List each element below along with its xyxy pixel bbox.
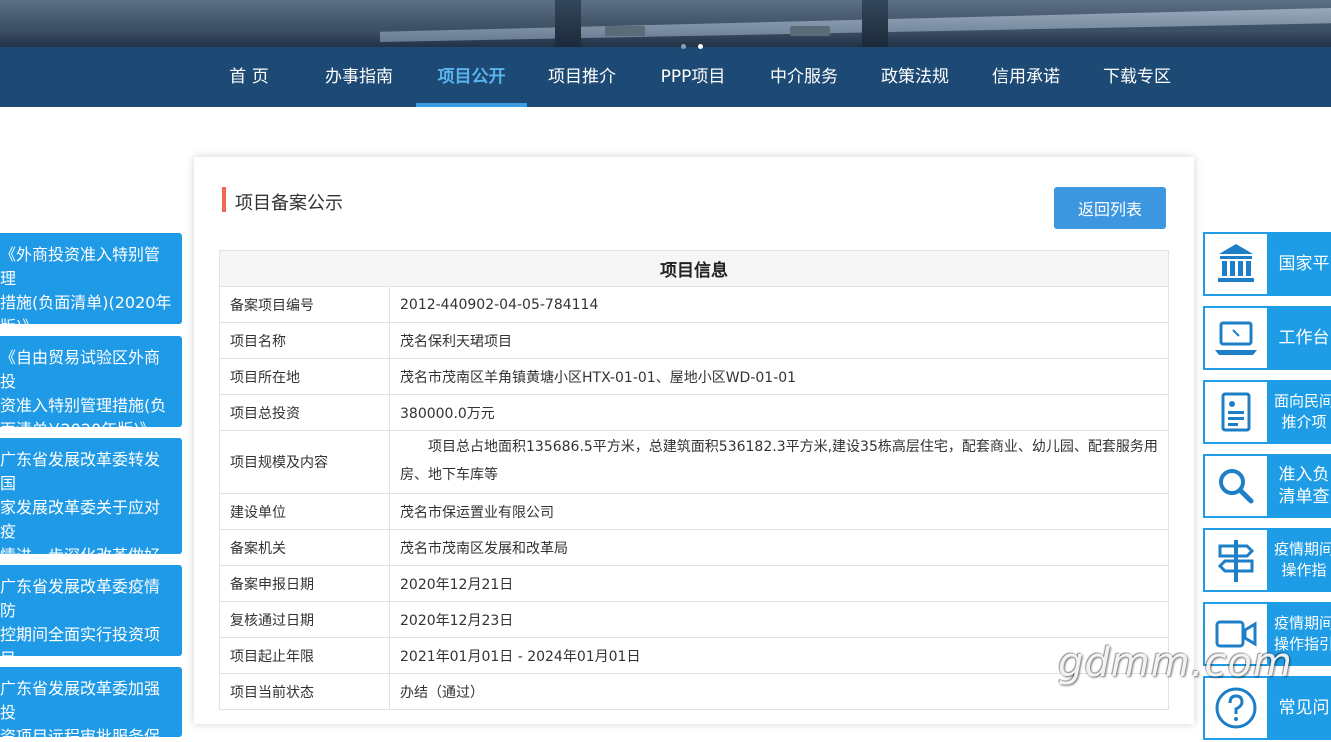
project-detail-panel: 项目备案公示 返回列表 项目信息 备案项目编号 2012-440902-04-0… [194,157,1194,724]
nav-item-guide[interactable]: 办事指南 [314,47,404,107]
laptop-icon [1205,308,1267,368]
field-value: 办结（通过） [389,673,1169,710]
field-label: 备案申报日期 [219,565,390,602]
field-label: 建设单位 [219,493,390,530]
field-label: 项目名称 [219,322,390,359]
table-row: 项目当前状态 办结（通过） [219,673,1169,710]
field-value: 2012-440902-04-05-784114 [389,286,1169,323]
right-tile-epidemic-guide[interactable]: 疫情期间 操作指 [1203,528,1331,592]
field-label: 项目当前状态 [219,673,390,710]
field-label: 项目规模及内容 [219,430,390,494]
left-link-card[interactable]: 《外商投资准入特别管理 措施(负面清单)(2020年 版)》 [0,233,182,324]
right-tile-national-platform[interactable]: 国家平 [1203,232,1331,296]
bank-icon [1205,234,1267,294]
table-row: 项目所在地 茂名市茂南区羊角镇黄塘小区HTX-01-01、屋地小区WD-01-0… [219,358,1169,395]
banner-ship [790,26,830,36]
field-label: 备案机关 [219,529,390,566]
banner-pier [555,0,581,47]
question-icon [1205,678,1267,738]
nav-item-home[interactable]: 首 页 [214,47,284,107]
table-header: 项目信息 [219,250,1169,287]
signpost-icon [1205,530,1267,590]
project-info-table: 项目信息 备案项目编号 2012-440902-04-05-784114 项目名… [219,250,1169,710]
table-row: 备案项目编号 2012-440902-04-05-784114 [219,286,1169,323]
tile-label: 准入负 清单查 [1278,465,1330,507]
field-value: 2021年01月01日 - 2024年01月01日 [389,637,1169,674]
document-icon [1205,382,1267,442]
table-row: 建设单位 茂名市保运置业有限公司 [219,493,1169,530]
left-link-card[interactable]: 广东省发展改革委加强投 资项目远程审批服务保障 [0,667,182,737]
field-value: 2020年12月23日 [389,601,1169,638]
right-tile-private-investment[interactable]: 面向民间 推介项 [1203,380,1331,444]
left-link-card[interactable]: 广东省发展改革委转发国 家发展改革委关于应对疫 情进一步深化改革做好外 资项目有… [0,438,182,554]
field-value: 2020年12月21日 [389,565,1169,602]
field-value: 茂名保利天珺项目 [389,322,1169,359]
nav-item-project-disclosure[interactable]: 项目公开 [416,47,527,107]
left-link-card[interactable]: 《自由贸易试验区外商投 资准入特别管理措施(负 面清单)(2020年版)》 [0,336,182,427]
right-tile-negative-list[interactable]: 准入负 清单查 [1203,454,1331,518]
table-row: 项目总投资 380000.0万元 [219,394,1169,431]
watermark: gdmm.com [1058,640,1293,686]
table-row: 备案机关 茂名市茂南区发展和改革局 [219,529,1169,566]
right-tile-workbench[interactable]: 工作台 [1203,306,1331,370]
table-row: 复核通过日期 2020年12月23日 [219,601,1169,638]
table-row: 备案申报日期 2020年12月21日 [219,565,1169,602]
nav-item-intermediary[interactable]: 中介服务 [759,47,849,107]
nav-item-credit[interactable]: 信用承诺 [981,47,1071,107]
table-header-row: 项目信息 [219,250,1169,287]
field-label: 复核通过日期 [219,601,390,638]
table-row: 项目名称 茂名保利天珺项目 [219,322,1169,359]
page-title: 项目备案公示 [235,193,343,214]
banner-pier [862,0,888,47]
top-banner-image [0,0,1331,47]
table-row: 项目起止年限 2021年01月01日 - 2024年01月01日 [219,637,1169,674]
table-row: 项目规模及内容 项目总占地面积135686.5平方米，总建筑面积536182.3… [219,430,1169,494]
left-link-card[interactable]: 广东省发展改革委疫情防 控期间全面实行投资项目 审批“不见面”在线办理 [0,565,182,656]
nav-item-project-promotion[interactable]: 项目推介 [537,47,627,107]
field-label: 项目起止年限 [219,637,390,674]
field-label: 备案项目编号 [219,286,390,323]
tile-label: 疫情期间 操作指 [1273,540,1331,579]
field-value: 茂名市茂南区发展和改革局 [389,529,1169,566]
field-label: 项目总投资 [219,394,390,431]
field-value: 茂名市茂南区羊角镇黄塘小区HTX-01-01、屋地小区WD-01-01 [389,358,1169,395]
field-value: 380000.0万元 [389,394,1169,431]
field-value: 茂名市保运置业有限公司 [389,493,1169,530]
title-accent-bar [222,187,226,212]
tile-label: 常见问 [1278,698,1330,718]
nav-item-download[interactable]: 下载专区 [1092,47,1182,107]
nav-item-ppp[interactable]: PPP项目 [648,47,738,107]
tile-label: 国家平 [1278,254,1330,274]
search-icon [1205,456,1267,516]
back-to-list-button[interactable]: 返回列表 [1054,187,1166,229]
tile-label: 面向民间 推介项 [1273,392,1331,431]
main-nav: 首 页 办事指南 项目公开 项目推介 PPP项目 中介服务 政策法规 信用承诺 … [0,44,1331,107]
nav-item-policy[interactable]: 政策法规 [870,47,960,107]
field-label: 项目所在地 [219,358,390,395]
banner-ship [605,26,645,36]
field-value: 项目总占地面积135686.5平方米，总建筑面积536182.3平方米,建设35… [389,430,1169,494]
tile-label: 工作台 [1278,328,1330,348]
